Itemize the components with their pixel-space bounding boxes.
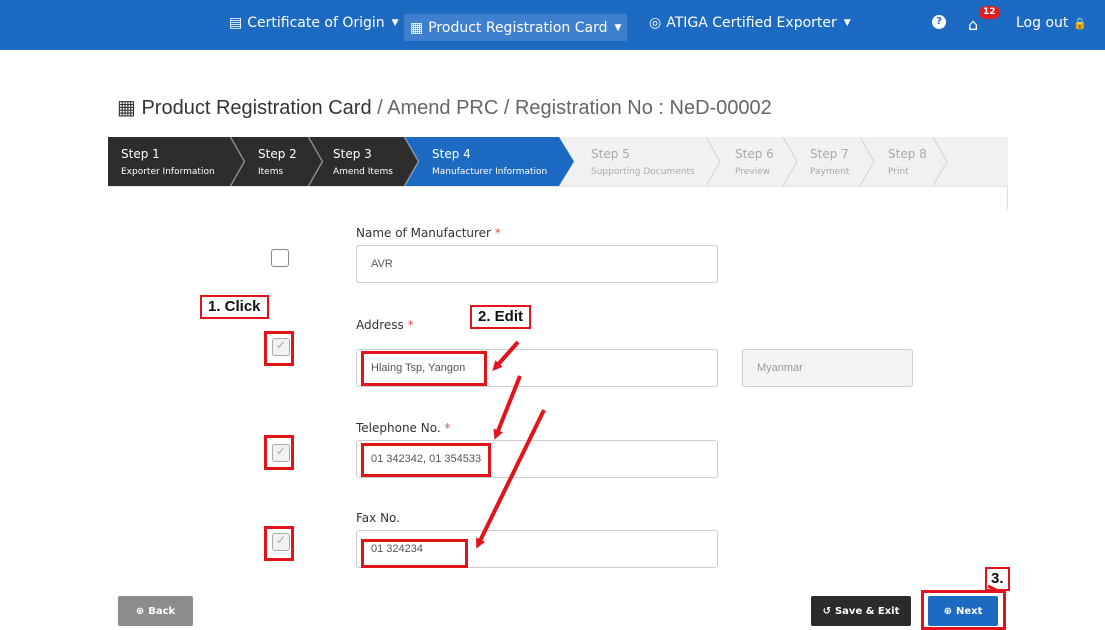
annotation-arrows — [476, 340, 997, 592]
